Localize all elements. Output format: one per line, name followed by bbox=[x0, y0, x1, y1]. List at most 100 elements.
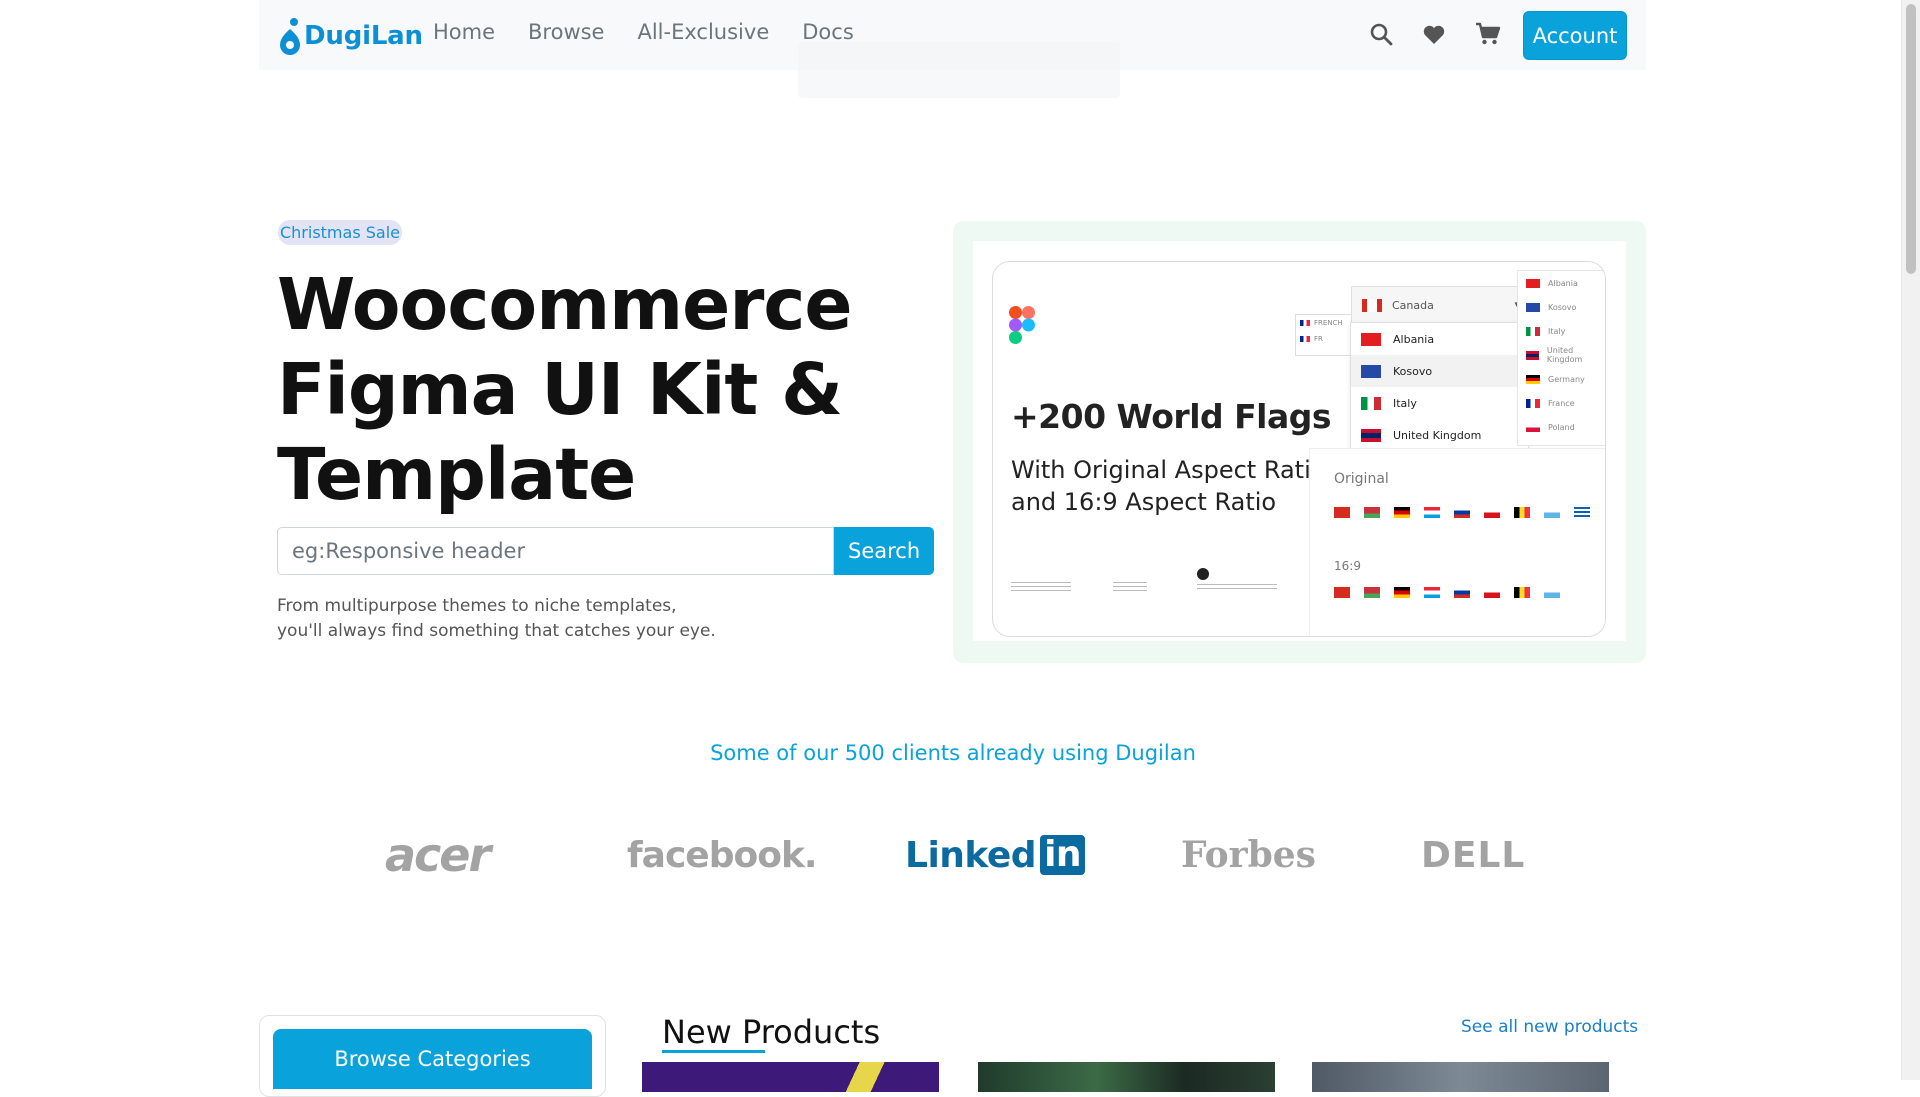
promo-banner[interactable]: +200 World Flags With Original Aspect Ra… bbox=[953, 221, 1646, 663]
hero-search-input[interactable] bbox=[277, 527, 835, 575]
promo-title: +200 World Flags bbox=[1011, 397, 1332, 436]
side-item-albania: Albania bbox=[1518, 271, 1605, 295]
hero-search: Search bbox=[277, 527, 934, 575]
browse-categories-panel: Browse Categories bbox=[259, 1015, 606, 1097]
luxembourg-flag-icon bbox=[1424, 507, 1440, 518]
france-flag-icon bbox=[1526, 398, 1540, 408]
see-all-new-products-link[interactable]: See all new products bbox=[1461, 1017, 1638, 1037]
uk-flag-icon bbox=[1361, 428, 1381, 442]
side-item-germany: Germany bbox=[1518, 367, 1605, 391]
germany-flag-icon bbox=[1526, 374, 1540, 384]
heart-icon[interactable] bbox=[1422, 23, 1446, 45]
product-thumbnail[interactable] bbox=[642, 1062, 939, 1092]
hero-description: From multipurpose themes to niche templa… bbox=[277, 594, 716, 644]
sixteen-nine-ratio-label: 16:9 bbox=[1334, 559, 1361, 573]
switzerland-flag-icon bbox=[1334, 587, 1350, 598]
kosovo-flag-icon bbox=[1361, 364, 1381, 378]
world-flags-card: +200 World Flags With Original Aspect Ra… bbox=[992, 261, 1606, 637]
side-item-kosovo: Kosovo bbox=[1518, 295, 1605, 319]
albania-flag-icon bbox=[1526, 278, 1540, 288]
side-item-france: France bbox=[1518, 391, 1605, 415]
promo-image: +200 World Flags With Original Aspect Ra… bbox=[973, 241, 1626, 641]
search-icon[interactable] bbox=[1369, 22, 1393, 46]
belarus-flag-icon bbox=[1364, 507, 1380, 518]
luxembourg-flag-icon bbox=[1424, 587, 1440, 598]
product-thumbnail[interactable] bbox=[1312, 1062, 1609, 1092]
czech-flag-icon bbox=[1484, 507, 1500, 518]
italy-flag-icon bbox=[1526, 326, 1540, 336]
dropdown-item-label: Albania bbox=[1393, 332, 1435, 346]
side-item-poland: Poland bbox=[1518, 415, 1605, 439]
new-products-title: New Products bbox=[662, 1013, 881, 1051]
dropdown-item-albania: Albania bbox=[1351, 323, 1528, 355]
hero-description-line-2: you'll always find something that catche… bbox=[277, 621, 716, 641]
dropdown-selected: Canada bbox=[1392, 298, 1434, 312]
page-scrollbar[interactable] bbox=[1901, 0, 1920, 1080]
dark-dot-icon bbox=[1197, 568, 1209, 580]
russia-flag-icon bbox=[1454, 507, 1470, 518]
linkedin-logo-box: in bbox=[1040, 835, 1086, 875]
dell-logo: DELL bbox=[1421, 834, 1526, 876]
product-thumbnail[interactable] bbox=[978, 1062, 1275, 1092]
browse-categories-button[interactable]: Browse Categories bbox=[273, 1029, 592, 1089]
belgium-flag-icon bbox=[1514, 507, 1530, 518]
facebook-logo: facebook. bbox=[627, 834, 818, 876]
belarus-flag-icon bbox=[1364, 587, 1380, 598]
lang-tag-label: FR bbox=[1314, 335, 1323, 343]
acer-logo: acer bbox=[385, 828, 491, 882]
san-marino-flag-icon bbox=[1544, 587, 1560, 598]
nav-link-docs[interactable]: Docs bbox=[802, 20, 854, 44]
promo-footer-note bbox=[1113, 582, 1147, 594]
canada-flag-icon bbox=[1362, 298, 1382, 312]
hero-search-button[interactable]: Search bbox=[834, 527, 934, 575]
hero-title-line-2: Figma UI Kit & bbox=[277, 348, 843, 431]
lang-tag-fr: FR bbox=[1300, 335, 1354, 343]
new-products-underline bbox=[662, 1050, 765, 1053]
language-tags: FRENCH FR bbox=[1295, 314, 1355, 356]
side-country-list: Albania Kosovo Italy United Kingdom Germ… bbox=[1517, 270, 1605, 446]
forbes-logo: Forbes bbox=[1181, 834, 1316, 876]
nav-links: Home Browse All-Exclusive Docs bbox=[433, 20, 854, 44]
account-button[interactable]: Account bbox=[1523, 11, 1627, 60]
dropdown-item-label: Kosovo bbox=[1393, 364, 1433, 378]
nav-link-home[interactable]: Home bbox=[433, 20, 495, 44]
side-item-label: Italy bbox=[1548, 326, 1566, 336]
nav-link-browse[interactable]: Browse bbox=[528, 20, 604, 44]
linkedin-logo: Linked in bbox=[905, 825, 1086, 885]
cart-icon[interactable] bbox=[1475, 22, 1501, 46]
hero-title: Woocommerce Figma UI Kit & Template bbox=[277, 262, 917, 517]
side-item-label: Poland bbox=[1548, 422, 1575, 432]
france-flag-icon bbox=[1300, 320, 1310, 326]
belgium-flag-icon bbox=[1514, 587, 1530, 598]
greece-flag-icon bbox=[1574, 507, 1590, 518]
scrollbar-thumb[interactable] bbox=[1906, 4, 1916, 274]
promo-subtitle-line-1: With Original Aspect Ratio bbox=[1011, 456, 1326, 484]
side-item-label: United Kingdom bbox=[1546, 346, 1583, 364]
promo-footer-note bbox=[1011, 582, 1071, 594]
dropdown-item-kosovo: Kosovo bbox=[1351, 355, 1528, 387]
uk-flag-icon bbox=[1526, 350, 1539, 360]
side-item-italy: Italy bbox=[1518, 319, 1605, 343]
faded-overlay bbox=[798, 42, 1120, 98]
side-item-label: Albania bbox=[1548, 278, 1578, 288]
brand-logo[interactable]: DugiLan bbox=[279, 16, 423, 56]
poland-flag-icon bbox=[1526, 422, 1540, 432]
aspect-ratio-panel: Original 16:9 bbox=[1309, 448, 1605, 636]
original-ratio-label: Original bbox=[1334, 471, 1389, 487]
promo-subtitle-line-2: and 16:9 Aspect Ratio bbox=[1011, 488, 1277, 516]
switzerland-flag-icon bbox=[1334, 507, 1350, 518]
side-item-label: Kosovo bbox=[1548, 302, 1577, 312]
albania-flag-icon bbox=[1361, 332, 1381, 346]
germany-flag-icon bbox=[1394, 587, 1410, 598]
dropdown-item-label: United Kingdom bbox=[1393, 428, 1482, 442]
side-item-uk: United Kingdom bbox=[1518, 343, 1605, 367]
nav-link-all-exclusive[interactable]: All-Exclusive bbox=[637, 20, 769, 44]
linkedin-logo-text: Linked bbox=[905, 834, 1037, 876]
brand-drop-icon bbox=[280, 18, 300, 55]
lang-tag-french: FRENCH bbox=[1300, 319, 1354, 327]
dropdown-item-italy: Italy bbox=[1351, 387, 1528, 419]
clients-heading: Some of our 500 clients already using Du… bbox=[710, 741, 1196, 765]
germany-flag-icon bbox=[1394, 507, 1410, 518]
promo-subtitle: With Original Aspect Ratio and 16:9 Aspe… bbox=[1011, 454, 1331, 518]
dropdown-item-label: Italy bbox=[1393, 396, 1417, 410]
